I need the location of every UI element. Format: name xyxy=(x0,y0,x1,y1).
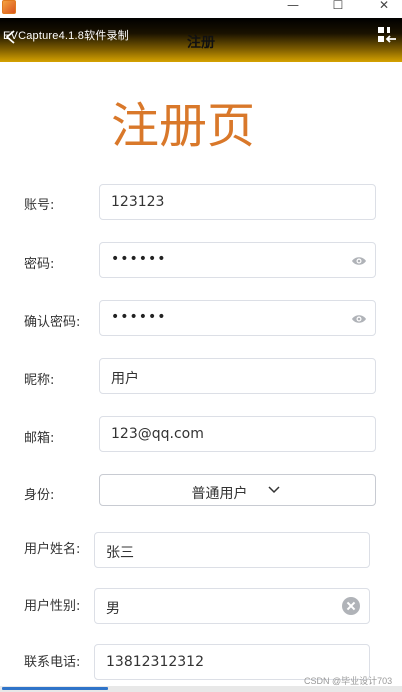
email-label: 邮箱: xyxy=(24,431,55,446)
chevron-down-icon xyxy=(268,486,280,494)
gender-input[interactable]: 男 xyxy=(94,588,370,624)
identity-select[interactable]: 普通用户 xyxy=(99,474,376,506)
nickname-label: 昵称: xyxy=(24,373,55,388)
confirm-password-input[interactable]: •••••• xyxy=(99,300,376,336)
account-input[interactable]: 123123 xyxy=(99,184,376,220)
app-icon xyxy=(2,0,16,14)
close-button[interactable]: ✕ xyxy=(369,0,399,14)
real-name-value: 张三 xyxy=(106,545,134,561)
confirm-password-value: •••••• xyxy=(111,309,167,325)
password-value: •••••• xyxy=(111,251,167,267)
phone-value: 13812312312 xyxy=(106,654,204,670)
page-title: 注册页 xyxy=(110,98,255,154)
gender-value: 男 xyxy=(106,601,120,617)
password-input[interactable]: •••••• xyxy=(99,242,376,278)
clear-icon[interactable] xyxy=(342,597,360,615)
nickname-input[interactable]: 用户 xyxy=(99,358,376,394)
minimize-button[interactable]: — xyxy=(278,0,308,14)
scrollbar-thumb[interactable] xyxy=(2,687,108,690)
identity-value: 普通用户 xyxy=(191,486,248,502)
account-value: 123123 xyxy=(111,194,165,210)
confirm-password-label: 确认密码: xyxy=(24,315,81,330)
nickname-value: 用户 xyxy=(111,371,139,387)
password-label: 密码: xyxy=(24,257,55,272)
account-label: 账号: xyxy=(24,198,55,213)
header-title: 注册 xyxy=(187,35,215,51)
real-name-label: 用户姓名: xyxy=(24,542,81,557)
email-value: 123@qq.com xyxy=(111,426,204,442)
email-input[interactable]: 123@qq.com xyxy=(99,416,376,452)
gender-label: 用户性别: xyxy=(24,599,81,614)
grid-arrow-icon[interactable] xyxy=(377,26,397,44)
window-title-bar: — ☐ ✕ xyxy=(0,0,402,18)
eye-icon[interactable] xyxy=(351,312,367,326)
eye-icon[interactable] xyxy=(351,254,367,268)
maximize-button[interactable]: ☐ xyxy=(323,0,353,14)
real-name-input[interactable]: 张三 xyxy=(94,532,370,568)
phone-label: 联系电话: xyxy=(24,655,81,670)
identity-label: 身份: xyxy=(24,488,55,503)
app-header: EVCapture4.1.8软件录制 注册 xyxy=(0,18,402,62)
